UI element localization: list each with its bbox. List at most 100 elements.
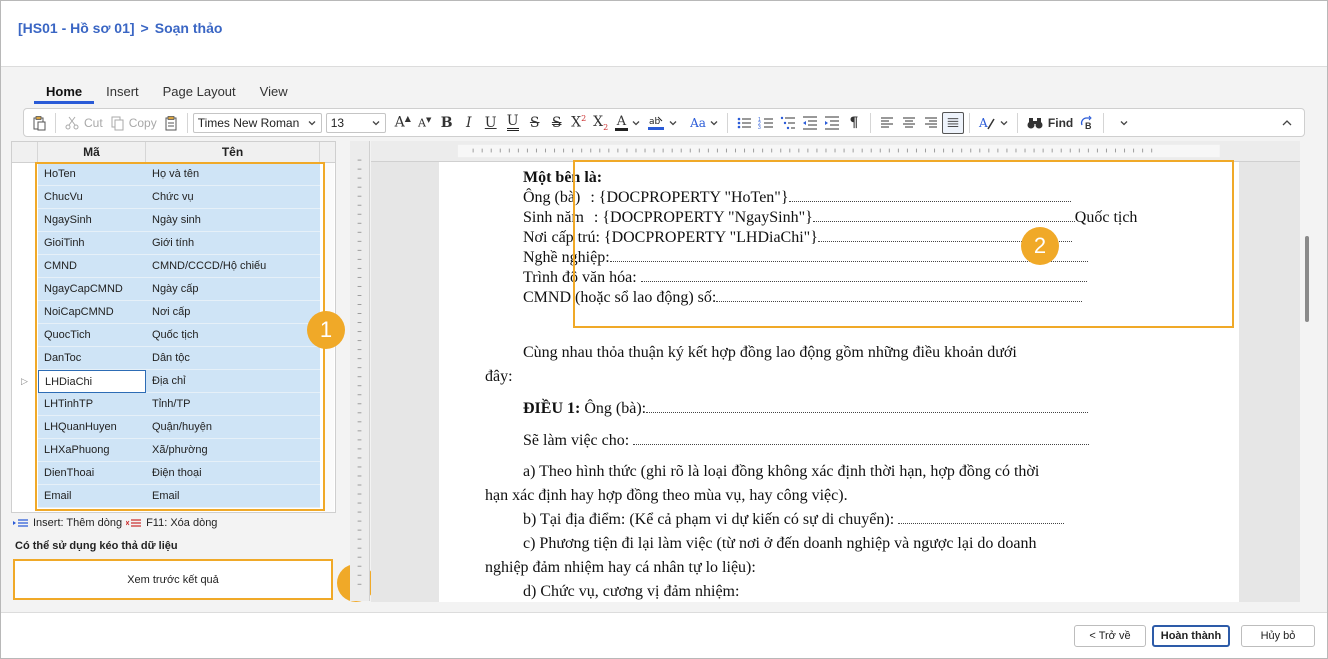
- outdent-icon: [802, 116, 817, 129]
- doc-para-b-text: b) Tại địa điểm: (Kể cả phạm vi dự kiến …: [523, 511, 895, 528]
- strikethrough-button[interactable]: S: [524, 112, 546, 134]
- finish-button[interactable]: Hoàn thành: [1152, 625, 1230, 647]
- bold-icon: B: [440, 114, 453, 131]
- row-indicator: [12, 255, 37, 278]
- grid-hints: Insert: Thêm dòng F11: Xóa dòng: [13, 517, 217, 529]
- tab-insert[interactable]: Insert: [94, 84, 151, 104]
- row-indicator: [12, 462, 37, 485]
- superscript-icon: X2: [571, 114, 587, 131]
- grid-header-indicator: [12, 142, 38, 162]
- strikethrough-icon: S: [529, 114, 540, 131]
- justify-icon: [947, 117, 959, 127]
- tab-page-layout[interactable]: Page Layout: [151, 84, 248, 104]
- bullets-button[interactable]: [733, 112, 755, 134]
- decrease-indent-button[interactable]: [799, 112, 821, 134]
- row-indicator: [12, 278, 37, 301]
- column-header-name[interactable]: Tên: [146, 142, 320, 162]
- show-marks-button[interactable]: ¶: [843, 112, 865, 134]
- pilcrow-icon: ¶: [849, 114, 859, 131]
- breadcrumb-separator: >: [140, 20, 149, 36]
- paste-icon: [33, 115, 46, 130]
- separator: [1103, 112, 1105, 133]
- copy-label: Copy: [128, 115, 157, 130]
- replace-button[interactable]: B: [1076, 112, 1098, 134]
- grid-header: Mã Tên: [12, 142, 335, 163]
- double-strikethrough-button[interactable]: S: [546, 112, 568, 134]
- tab-home[interactable]: Home: [34, 84, 95, 104]
- highlight-color-button[interactable]: ab: [644, 112, 681, 134]
- svg-text:B: B: [1085, 121, 1092, 131]
- paste-button[interactable]: [28, 112, 50, 134]
- breadcrumb: [HS01 - Hồ sơ 01] > Soạn thảo: [18, 20, 222, 36]
- superscript-button[interactable]: X2: [568, 112, 590, 134]
- breadcrumb-current: Soạn thảo: [154, 20, 223, 36]
- document-scrollbar[interactable]: [1300, 141, 1314, 601]
- underline-button[interactable]: U: [480, 112, 502, 134]
- find-button[interactable]: Find: [1023, 112, 1076, 134]
- chevron-down-icon: [1120, 120, 1128, 125]
- italic-icon: I: [465, 114, 472, 131]
- replace-icon: B: [1081, 115, 1092, 131]
- styles-icon: A: [978, 116, 995, 130]
- numbering-button[interactable]: 123: [755, 112, 777, 134]
- collapse-ribbon-button[interactable]: [1274, 112, 1300, 134]
- back-button[interactable]: < Trở về: [1074, 625, 1146, 647]
- ruler-page-area: [457, 144, 1220, 158]
- chevron-down-icon: [1000, 120, 1008, 125]
- cancel-button[interactable]: Hủy bỏ: [1241, 625, 1315, 647]
- row-indicator: [12, 416, 37, 439]
- subscript-icon: X2: [593, 113, 609, 132]
- row-indicator: [12, 301, 37, 324]
- increase-indent-button[interactable]: [821, 112, 843, 134]
- multilevel-list-icon: [780, 116, 795, 129]
- breadcrumb-root[interactable]: [HS01 - Hồ sơ 01]: [18, 20, 135, 36]
- ribbon-tabs: Home Insert Page Layout View: [34, 84, 300, 104]
- change-case-button[interactable]: Aa: [687, 112, 722, 134]
- more-options-button[interactable]: [1109, 112, 1139, 134]
- doc-para-c-1: c) Phương tiện đi lại làm việc (từ nơi ở…: [523, 535, 1037, 552]
- row-indicator: [12, 186, 37, 209]
- underline-icon: U: [484, 114, 497, 131]
- shrink-font-button[interactable]: A▼: [414, 112, 436, 134]
- styles-button[interactable]: A: [975, 112, 1012, 134]
- font-family-select[interactable]: Times New Roman: [192, 112, 322, 133]
- align-center-button[interactable]: [898, 112, 920, 134]
- tab-view[interactable]: View: [248, 84, 300, 104]
- horizontal-ruler[interactable]: [371, 141, 1300, 162]
- align-left-button[interactable]: [876, 112, 898, 134]
- row-indicator: ▷: [21, 376, 28, 386]
- multilevel-list-button[interactable]: [777, 112, 799, 134]
- cut-button[interactable]: Cut: [61, 112, 106, 134]
- chevron-down-icon: [669, 120, 677, 125]
- doc-para-agreement-1: Cùng nhau thỏa thuận ký kết hợp đồng lao…: [523, 344, 1017, 361]
- preview-result-button[interactable]: Xem trước kết quả: [13, 559, 333, 600]
- column-header-code[interactable]: Mã: [38, 142, 146, 162]
- justify-button[interactable]: [941, 111, 964, 134]
- font-size-select[interactable]: 13: [325, 112, 386, 133]
- double-underline-button[interactable]: U: [502, 112, 524, 134]
- preview-label: Xem trước kết quả: [127, 573, 219, 586]
- indent-icon: [824, 116, 839, 129]
- subscript-button[interactable]: X2: [590, 112, 612, 134]
- numbered-list-icon: 123: [758, 117, 773, 131]
- italic-button[interactable]: I: [458, 112, 480, 134]
- copy-button[interactable]: Copy: [106, 112, 160, 134]
- doc-para-a-2: hạn xác định hay hợp đồng theo mùa vụ, h…: [485, 487, 848, 504]
- doc-para-b: b) Tại địa điểm: (Kể cả phạm vi dự kiến …: [523, 511, 1065, 529]
- doc-dots: [898, 512, 1065, 524]
- copy-icon: [111, 116, 124, 130]
- align-right-button[interactable]: [920, 112, 942, 134]
- doc-para-work-for: Sẽ làm việc cho:: [523, 432, 1090, 450]
- grow-font-button[interactable]: A▲: [392, 112, 414, 134]
- font-family-value: Times New Roman: [197, 115, 300, 130]
- cut-label: Cut: [84, 115, 103, 130]
- row-indicator: [12, 209, 37, 232]
- vertical-ruler[interactable]: [350, 141, 370, 601]
- document-scrollbar-thumb[interactable]: [1305, 236, 1309, 322]
- ribbon-toolbar: Cut Copy Times New Roman 13 A▲ A▼ B I U …: [23, 108, 1305, 137]
- doc-para-d: d) Chức vụ, cương vị đảm nhiệm:: [523, 583, 740, 600]
- separator: [869, 112, 871, 133]
- font-color-button[interactable]: A: [612, 112, 644, 134]
- paste-special-button[interactable]: [160, 112, 182, 134]
- bold-button[interactable]: B: [436, 112, 458, 134]
